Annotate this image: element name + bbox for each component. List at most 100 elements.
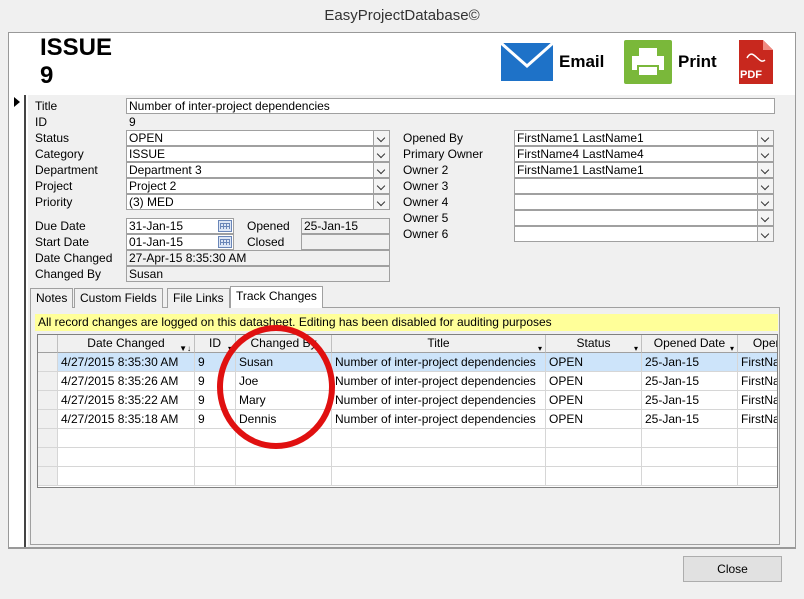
- owner6-select[interactable]: [514, 226, 774, 242]
- col-opened-date-label: Opened Date: [653, 336, 726, 350]
- empty-cell: [58, 467, 195, 486]
- opened-by-dropdown-icon[interactable]: [757, 131, 773, 145]
- filter-dropdown-icon: ▾: [633, 344, 638, 353]
- tab-custom-fields[interactable]: Custom Fields: [74, 288, 163, 308]
- priority-select[interactable]: (3) MED: [126, 194, 390, 210]
- closed-field: [301, 234, 390, 250]
- start-date-field[interactable]: 01-Jan-15: [126, 234, 234, 250]
- empty-cell: [546, 429, 642, 448]
- table-cell: 25-Jan-15: [642, 372, 738, 391]
- date-changed-label: Date Changed: [35, 251, 113, 265]
- owner2-select[interactable]: FirstName1 LastName1: [514, 162, 774, 178]
- owner6-label: Owner 6: [403, 227, 449, 241]
- col-date-changed-label: Date Changed: [87, 336, 165, 350]
- closed-label: Closed: [247, 235, 285, 249]
- category-select[interactable]: ISSUE: [126, 146, 390, 162]
- col-header-status[interactable]: Status ▾: [546, 335, 642, 353]
- pdf-button[interactable]: PDF: [737, 38, 775, 86]
- table-cell: 4/27/2015 8:35:22 AM: [58, 391, 195, 410]
- empty-cell: [332, 448, 546, 467]
- table-cell: Number of inter-project dependencies: [332, 372, 546, 391]
- status-dropdown-icon[interactable]: [373, 131, 389, 145]
- calendar-icon[interactable]: [218, 236, 232, 248]
- pdf-label: PDF: [740, 69, 762, 81]
- empty-cell: [738, 448, 777, 467]
- select-all-corner[interactable]: [38, 335, 58, 353]
- row-selector[interactable]: [38, 372, 58, 391]
- col-header-title[interactable]: Title ▾: [332, 335, 546, 353]
- table-cell: 4/27/2015 8:35:26 AM: [58, 372, 195, 391]
- owner2-label: Owner 2: [403, 163, 449, 177]
- filter-dropdown-icon: ▾: [537, 344, 542, 353]
- print-label: Print: [678, 52, 717, 71]
- department-select[interactable]: Department 3: [126, 162, 390, 178]
- primary-owner-dropdown-icon[interactable]: [757, 147, 773, 161]
- project-dropdown-icon[interactable]: [373, 179, 389, 193]
- priority-label: Priority: [35, 195, 73, 209]
- department-dropdown-icon[interactable]: [373, 163, 389, 177]
- owner2-value: FirstName1 LastName1: [517, 163, 644, 177]
- row-selector[interactable]: [38, 391, 58, 410]
- start-date-label: Start Date: [35, 235, 90, 249]
- col-opened-by-label: Open: [752, 336, 777, 350]
- col-header-opened-date[interactable]: Opened Date ▾: [642, 335, 738, 353]
- audit-notice: All record changes are logged on this da…: [35, 314, 778, 331]
- title-field[interactable]: Number of inter-project dependencies: [126, 98, 775, 114]
- due-date-field[interactable]: 31-Jan-15: [126, 218, 234, 234]
- record-heading: ISSUE 9: [40, 34, 112, 90]
- table-cell: 4/27/2015 8:35:30 AM: [58, 353, 195, 372]
- table-cell: FirstNa: [738, 391, 777, 410]
- owner5-label: Owner 5: [403, 211, 449, 225]
- owner6-dropdown-icon[interactable]: [757, 227, 773, 241]
- table-cell: 4/27/2015 8:35:18 AM: [58, 410, 195, 429]
- table-cell: OPEN: [546, 410, 642, 429]
- print-button[interactable]: Print: [624, 40, 719, 84]
- current-record-arrow-icon: [14, 97, 20, 107]
- row-selector[interactable]: [38, 410, 58, 429]
- col-header-opened-by[interactable]: Open: [738, 335, 777, 353]
- owner4-dropdown-icon[interactable]: [757, 195, 773, 209]
- due-date-label: Due Date: [35, 219, 86, 233]
- category-label: Category: [35, 147, 84, 161]
- row-selector: [38, 467, 58, 486]
- highlight-circle-annotation: [217, 325, 335, 449]
- table-cell: OPEN: [546, 372, 642, 391]
- calendar-icon[interactable]: [218, 220, 232, 232]
- empty-cell: [546, 448, 642, 467]
- close-button[interactable]: Close: [683, 556, 782, 582]
- empty-cell: [332, 467, 546, 486]
- changes-datasheet[interactable]: Date Changed ▼↓ ID ▾ Changed By Title ▾ Sta…: [37, 334, 778, 488]
- owner4-select[interactable]: [514, 194, 774, 210]
- primary-owner-select[interactable]: FirstName4 LastName4: [514, 146, 774, 162]
- tab-track-changes[interactable]: Track Changes: [230, 286, 323, 308]
- opened-by-label: Opened By: [403, 131, 464, 145]
- id-label: ID: [35, 115, 47, 129]
- category-dropdown-icon[interactable]: [373, 147, 389, 161]
- tab-notes[interactable]: Notes: [30, 288, 74, 308]
- status-select[interactable]: OPEN: [126, 130, 390, 146]
- record-type: ISSUE: [40, 34, 113, 61]
- email-button[interactable]: Email: [500, 40, 605, 84]
- record-selector[interactable]: [9, 95, 26, 547]
- row-selector[interactable]: [38, 353, 58, 372]
- changed-by-field: Susan: [126, 266, 390, 282]
- start-date-value: 01-Jan-15: [129, 235, 184, 249]
- project-value: Project 2: [129, 179, 177, 193]
- owner5-select[interactable]: [514, 210, 774, 226]
- tab-file-links[interactable]: File Links: [167, 288, 230, 308]
- project-select[interactable]: Project 2: [126, 178, 390, 194]
- title-label: Title: [35, 99, 58, 113]
- row-selector: [38, 429, 58, 448]
- owner3-label: Owner 3: [403, 179, 449, 193]
- owner2-dropdown-icon[interactable]: [757, 163, 773, 177]
- opened-by-select[interactable]: FirstName1 LastName1: [514, 130, 774, 146]
- table-cell: Number of inter-project dependencies: [332, 410, 546, 429]
- owner5-dropdown-icon[interactable]: [757, 211, 773, 225]
- priority-value: (3) MED: [129, 195, 174, 209]
- col-header-date-changed[interactable]: Date Changed ▼↓: [58, 335, 195, 353]
- priority-dropdown-icon[interactable]: [373, 195, 389, 209]
- department-label: Department: [35, 163, 98, 177]
- owner3-select[interactable]: [514, 178, 774, 194]
- owner3-dropdown-icon[interactable]: [757, 179, 773, 193]
- changed-by-label: Changed By: [35, 267, 102, 281]
